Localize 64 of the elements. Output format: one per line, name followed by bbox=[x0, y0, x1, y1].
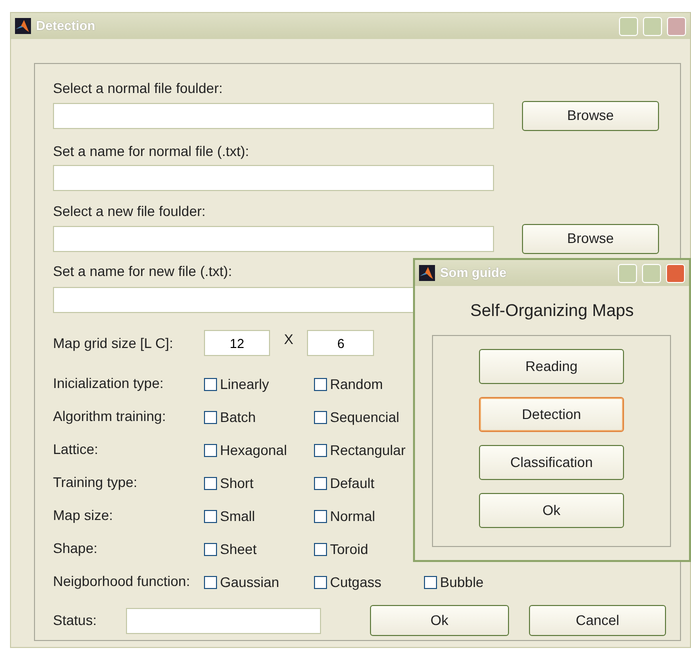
checkbox-label: Rectangular bbox=[330, 441, 406, 460]
checkbox-label: Sequencial bbox=[330, 408, 400, 427]
browse-button[interactable]: Browse bbox=[522, 100, 659, 130]
checkbox[interactable] bbox=[314, 510, 327, 523]
checkbox[interactable] bbox=[314, 576, 327, 589]
checkbox-label: Small bbox=[220, 507, 256, 526]
app-logo-icon bbox=[15, 18, 31, 34]
field-label: Map grid size [L C]: bbox=[53, 334, 174, 353]
option-label: Neigborhood function: bbox=[53, 572, 191, 591]
separator-label: X bbox=[284, 330, 294, 348]
columns-field[interactable]: 6 bbox=[307, 330, 374, 356]
close-button[interactable] bbox=[666, 264, 685, 282]
checkbox-label: Batch bbox=[220, 408, 256, 427]
menu-button[interactable]: Reading bbox=[479, 349, 624, 384]
checkbox-label: Hexagonal bbox=[220, 441, 287, 460]
input-field[interactable] bbox=[53, 165, 494, 191]
app-logo-icon bbox=[419, 265, 435, 281]
checkbox-label: Short bbox=[220, 474, 254, 493]
checkbox[interactable] bbox=[204, 510, 217, 523]
checkbox[interactable] bbox=[314, 543, 327, 556]
menu-button[interactable]: Classification bbox=[479, 445, 624, 480]
checkbox-label: Toroid bbox=[330, 540, 368, 559]
checkbox[interactable] bbox=[314, 411, 327, 424]
checkbox[interactable] bbox=[314, 378, 327, 391]
checkbox-label: Random bbox=[330, 375, 383, 394]
window-title: Detection bbox=[36, 17, 96, 36]
checkbox-label: Normal bbox=[330, 507, 376, 526]
option-label: Shape: bbox=[53, 539, 98, 558]
checkbox-label: Linearly bbox=[220, 375, 270, 394]
checkbox[interactable] bbox=[204, 576, 217, 589]
option-label: Map size: bbox=[53, 506, 114, 525]
option-label: Lattice: bbox=[53, 440, 100, 459]
checkbox[interactable] bbox=[424, 576, 437, 589]
status-label: Status: bbox=[53, 611, 98, 630]
option-label: Inicialization type: bbox=[53, 374, 165, 393]
checkbox-label: Bubble bbox=[440, 573, 484, 592]
checkbox-label: Cutgass bbox=[330, 573, 382, 592]
field-label: Set a name for new file (.txt): bbox=[53, 262, 232, 281]
menu-button[interactable]: Detection bbox=[479, 397, 624, 432]
checkbox-label: Sheet bbox=[220, 540, 257, 559]
field-label: Set a name for normal file (.txt): bbox=[53, 142, 250, 161]
field-label: Select a normal file foulder: bbox=[53, 79, 223, 98]
option-label: Algorithm training: bbox=[53, 407, 167, 426]
input-field[interactable] bbox=[53, 102, 494, 128]
checkbox-label: Gaussian bbox=[220, 573, 280, 592]
cancel-button[interactable]: Cancel bbox=[529, 605, 666, 636]
dialog-heading: Self-Organizing Maps bbox=[469, 300, 635, 322]
checkbox[interactable] bbox=[204, 411, 217, 424]
checkbox[interactable] bbox=[204, 378, 217, 391]
rows-field[interactable]: 12 bbox=[204, 330, 270, 356]
checkbox[interactable] bbox=[314, 477, 327, 490]
checkbox[interactable] bbox=[204, 477, 217, 490]
checkbox-label: Default bbox=[330, 474, 374, 493]
status-field[interactable] bbox=[126, 608, 321, 634]
browse-button[interactable]: Browse bbox=[522, 224, 659, 254]
checkbox[interactable] bbox=[204, 543, 217, 556]
menu-button[interactable]: Ok bbox=[479, 493, 624, 528]
window-title: Som guide bbox=[440, 264, 508, 282]
field-label: Select a new file foulder: bbox=[53, 202, 206, 221]
checkbox[interactable] bbox=[314, 444, 327, 457]
ok-button[interactable]: Ok bbox=[370, 605, 509, 636]
checkbox[interactable] bbox=[204, 444, 217, 457]
input-field[interactable] bbox=[53, 226, 494, 252]
option-label: Training type: bbox=[53, 473, 138, 492]
